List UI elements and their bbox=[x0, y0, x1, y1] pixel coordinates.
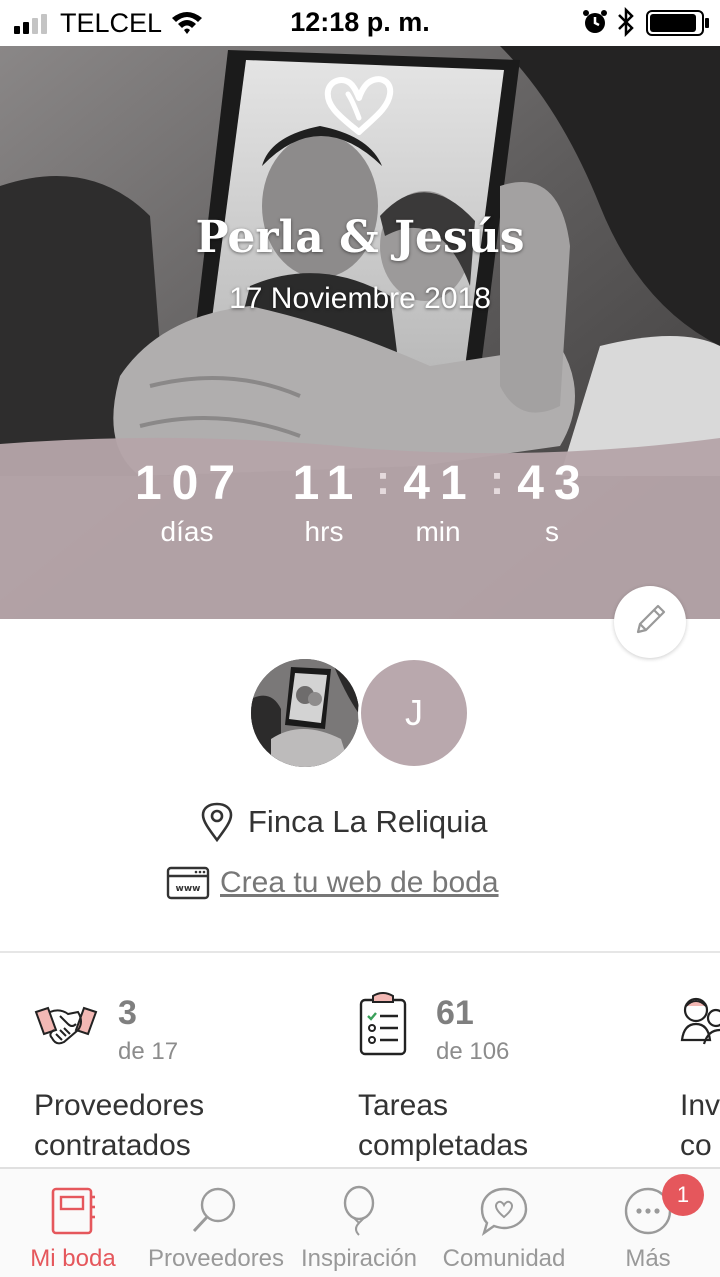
providers-title-line: contratados bbox=[34, 1129, 191, 1162]
guests-icon bbox=[680, 997, 720, 1045]
countdown-minutes: 41 bbox=[403, 457, 477, 510]
countdown-minutes-label: min bbox=[415, 516, 461, 547]
divider bbox=[0, 951, 720, 953]
tab-comunidad[interactable]: Comunidad bbox=[432, 1169, 576, 1277]
guests-title-line: Inv bbox=[680, 1089, 720, 1122]
countdown-hours: 11 bbox=[292, 457, 364, 510]
location-pin-icon bbox=[201, 802, 233, 842]
countdown-seconds: 43 bbox=[517, 457, 591, 510]
magnifier-icon bbox=[192, 1187, 236, 1233]
tasks-title-line: completadas bbox=[358, 1129, 529, 1162]
balloon-icon bbox=[343, 1185, 375, 1236]
tasks-count: 61 bbox=[436, 994, 474, 1032]
battery-icon bbox=[646, 10, 709, 36]
status-bar: TELCEL 12:18 p. m. bbox=[0, 0, 720, 46]
chat-heart-icon bbox=[480, 1187, 528, 1236]
checklist-icon bbox=[359, 992, 407, 1056]
countdown-days-label: días bbox=[160, 516, 214, 547]
tab-proveedores[interactable]: Proveedores bbox=[146, 1169, 286, 1277]
tab-mas-label: Más bbox=[625, 1245, 671, 1272]
countdown-days: 107 bbox=[134, 457, 246, 510]
avatar-photo-image bbox=[251, 659, 359, 767]
bluetooth-icon bbox=[618, 7, 634, 37]
wedding-date: 17 Noviembre 2018 bbox=[229, 282, 491, 315]
handshake-icon bbox=[34, 1006, 98, 1045]
tasks-title-line: Tareas bbox=[358, 1089, 449, 1122]
tasks-title: Tareas completadas bbox=[358, 1086, 528, 1166]
notification-badge: 1 bbox=[662, 1174, 704, 1216]
countdown-seconds-label: s bbox=[545, 516, 559, 547]
guests-title-line: co bbox=[680, 1129, 712, 1162]
svg-text:www: www bbox=[176, 884, 201, 894]
providers-title-line: Proveedores bbox=[34, 1089, 205, 1122]
providers-title: Proveedores contratados bbox=[34, 1086, 204, 1166]
tab-mi-boda[interactable]: Mi boda bbox=[0, 1169, 146, 1277]
tab-inspiracion[interactable]: Inspiración bbox=[286, 1169, 432, 1277]
avatar[interactable] bbox=[249, 657, 361, 769]
edit-button[interactable] bbox=[614, 586, 686, 658]
venue-row[interactable]: Finca La Reliquia bbox=[200, 800, 488, 844]
website-icon: www bbox=[166, 866, 210, 900]
tab-comunidad-label: Comunidad bbox=[442, 1245, 566, 1272]
tab-mi-boda-label: Mi boda bbox=[30, 1245, 116, 1272]
tab-bar: Mi boda Proveedores Inspiración Comunida… bbox=[0, 1167, 720, 1277]
tasks-total: de 106 bbox=[436, 1038, 510, 1065]
alarm-icon bbox=[583, 10, 607, 33]
heart-logo-icon bbox=[324, 76, 394, 135]
providers-count: 3 bbox=[118, 994, 137, 1032]
clock: 12:18 p. m. bbox=[290, 7, 430, 37]
couple-names: Perla & Jesús bbox=[195, 212, 525, 263]
countdown-separator: : bbox=[490, 456, 504, 503]
pencil-icon bbox=[636, 604, 666, 634]
tab-proveedores-label: Proveedores bbox=[147, 1245, 285, 1272]
venue-name: Finca La Reliquia bbox=[248, 804, 488, 839]
notebook-icon bbox=[51, 1187, 95, 1235]
tab-inspiracion-label: Inspiración bbox=[300, 1245, 418, 1272]
create-web-link-label: Crea tu web de boda bbox=[220, 866, 499, 899]
providers-total: de 17 bbox=[118, 1038, 179, 1065]
guests-title: Inv co bbox=[680, 1086, 720, 1166]
countdown-separator: : bbox=[376, 456, 390, 503]
create-web-link[interactable]: www Crea tu web de boda bbox=[166, 862, 499, 904]
countdown-hours-label: hrs bbox=[304, 516, 344, 547]
partner-avatar[interactable]: J bbox=[358, 657, 470, 769]
